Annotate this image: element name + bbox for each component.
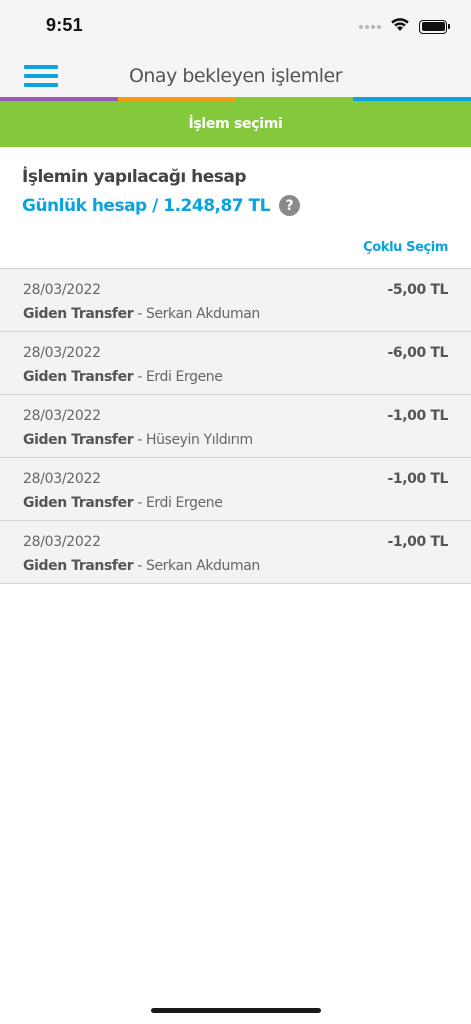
transaction-description: Giden Transfer - Erdi Ergene bbox=[23, 495, 223, 511]
navigation-bar: Onay bekleyen işlemler bbox=[0, 50, 471, 97]
transaction-type: Giden Transfer bbox=[23, 369, 134, 385]
transaction-recipient: - Serkan Akduman bbox=[133, 558, 260, 574]
transaction-description: Giden Transfer - Serkan Akduman bbox=[23, 558, 260, 574]
wifi-icon bbox=[390, 17, 410, 36]
transaction-recipient: - Serkan Akduman bbox=[133, 306, 260, 322]
transaction-recipient: - Hüseyin Yıldırım bbox=[133, 432, 253, 448]
transaction-description: Giden Transfer - Hüseyin Yıldırım bbox=[23, 432, 253, 448]
color-strip-divider bbox=[0, 97, 471, 101]
account-row: Günlük hesap / 1.248,87 TL ? bbox=[22, 195, 449, 216]
transaction-list: 28/03/2022 Giden Transfer - Serkan Akdum… bbox=[0, 268, 471, 584]
transaction-date: 28/03/2022 bbox=[23, 408, 101, 424]
transaction-selection-button[interactable]: İşlem seçimi bbox=[0, 101, 471, 147]
transaction-type: Giden Transfer bbox=[23, 558, 134, 574]
home-indicator[interactable] bbox=[151, 1008, 321, 1013]
battery-icon bbox=[419, 19, 450, 34]
transaction-row[interactable]: 28/03/2022 Giden Transfer - Hüseyin Yıld… bbox=[0, 395, 471, 458]
transaction-date: 28/03/2022 bbox=[23, 471, 101, 487]
transaction-type: Giden Transfer bbox=[23, 306, 134, 322]
transaction-row[interactable]: 28/03/2022 Giden Transfer - Erdi Ergene … bbox=[0, 458, 471, 521]
transaction-type: Giden Transfer bbox=[23, 495, 134, 511]
transaction-date: 28/03/2022 bbox=[23, 345, 101, 361]
status-bar: 9:51 bbox=[0, 0, 471, 50]
transaction-recipient: - Erdi Ergene bbox=[133, 369, 223, 385]
account-section: İşlemin yapılacağı hesap Günlük hesap / … bbox=[0, 147, 471, 268]
transaction-amount: -6,00 TL bbox=[387, 345, 449, 361]
transaction-type: Giden Transfer bbox=[23, 432, 134, 448]
multi-select-link[interactable]: Çoklu Seçim bbox=[363, 240, 448, 255]
status-time: 9:51 bbox=[46, 15, 83, 35]
page-title: Onay bekleyen işlemler bbox=[128, 65, 343, 87]
account-selector[interactable]: Günlük hesap / 1.248,87 TL bbox=[22, 196, 271, 216]
transaction-amount: -1,00 TL bbox=[387, 534, 449, 550]
transaction-row[interactable]: 28/03/2022 Giden Transfer - Serkan Akdum… bbox=[0, 269, 471, 332]
transaction-amount: -1,00 TL bbox=[387, 471, 449, 487]
transaction-description: Giden Transfer - Serkan Akduman bbox=[23, 306, 260, 322]
transaction-row[interactable]: 28/03/2022 Giden Transfer - Erdi Ergene … bbox=[0, 332, 471, 395]
transaction-amount: -1,00 TL bbox=[387, 408, 449, 424]
status-icons bbox=[359, 17, 450, 36]
cellular-signal-icon bbox=[359, 24, 381, 29]
transaction-row[interactable]: 28/03/2022 Giden Transfer - Serkan Akdum… bbox=[0, 521, 471, 584]
help-icon[interactable]: ? bbox=[279, 195, 300, 216]
transaction-date: 28/03/2022 bbox=[23, 282, 101, 298]
transaction-description: Giden Transfer - Erdi Ergene bbox=[23, 369, 223, 385]
account-label: İşlemin yapılacağı hesap bbox=[22, 167, 247, 187]
transaction-amount: -5,00 TL bbox=[387, 282, 449, 298]
transaction-recipient: - Erdi Ergene bbox=[133, 495, 223, 511]
transaction-date: 28/03/2022 bbox=[23, 534, 101, 550]
